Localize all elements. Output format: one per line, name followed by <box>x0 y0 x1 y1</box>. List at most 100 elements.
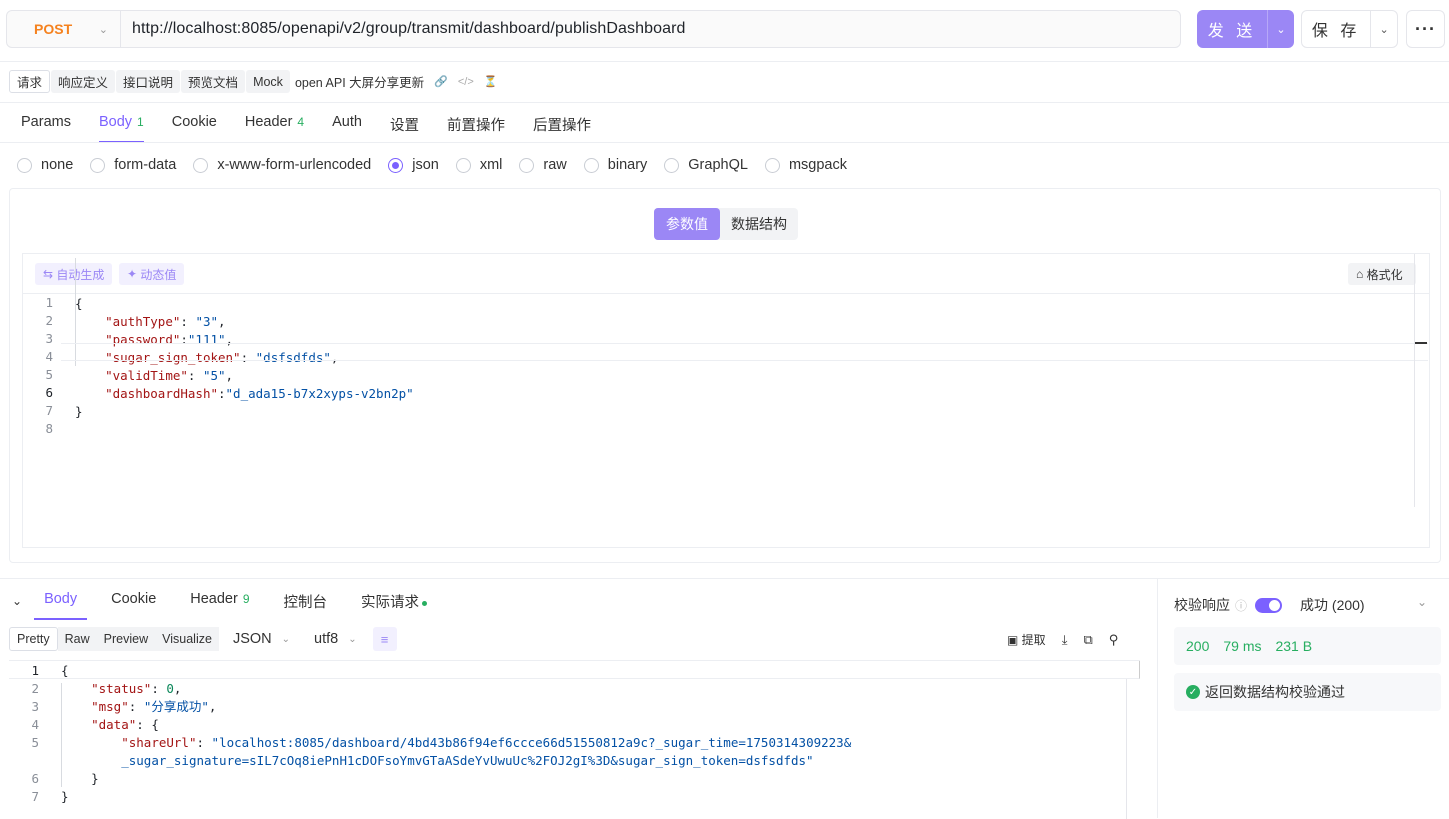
radio-circle[interactable] <box>388 157 404 173</box>
json-editor[interactable]: ⇆ 自动生成 ✦ 动态值 ⌂ 格式化 1 2 3 4 5 6 7 8 { "authType"… <box>22 253 1430 548</box>
validate-status-select[interactable]: 成功 (200) <box>1300 595 1365 615</box>
json-colon: : <box>180 314 196 329</box>
subtab-preview-doc[interactable]: 预览文档 <box>181 70 246 93</box>
radio-none[interactable]: none <box>17 157 73 173</box>
tab-pre-actions[interactable]: 前置操作 <box>447 114 505 142</box>
value-schema-toggle: 参数值 数据结构 <box>654 208 798 240</box>
search-icon[interactable]: ⚲ <box>1109 632 1119 648</box>
resp-tab-body[interactable]: Body <box>34 591 88 620</box>
radio-circle[interactable] <box>519 157 535 173</box>
response-tabs: ⌄ Body Cookie Header 9 控制台 实际请求 <box>12 591 461 620</box>
response-tools: ▣ 提取 ⤓ ⧉ ⚲ <box>1007 631 1118 648</box>
tab-header[interactable]: Header 4 <box>245 114 304 142</box>
format-button[interactable]: ⌂ 格式化 <box>1348 263 1416 285</box>
extract-icon[interactable]: ▣ <box>1007 633 1022 647</box>
tab-label: 设置 <box>389 118 419 134</box>
validate-label: 校验响应 <box>1174 597 1230 613</box>
radio-label: msgpack <box>788 157 847 173</box>
extract-button[interactable]: 提取 <box>1022 631 1046 648</box>
tab-auth[interactable]: Auth <box>332 114 362 142</box>
format-visualize[interactable]: Visualize <box>155 627 219 651</box>
refresh-icon: ⇆ <box>43 267 57 281</box>
subtab-api-doc[interactable]: 接口说明 <box>116 70 181 93</box>
help-icon[interactable]: ⓘ <box>1235 597 1247 614</box>
auto-generate-button[interactable]: ⇆ 自动生成 <box>35 263 113 285</box>
format-pretty[interactable]: Pretty <box>9 627 58 651</box>
collapse-chevron-icon[interactable]: ⌄ <box>12 594 22 608</box>
send-label[interactable]: 发 送 <box>1197 10 1267 48</box>
radio-circle[interactable] <box>17 157 32 173</box>
current-line-highlight <box>9 661 1140 679</box>
radio-msgpack[interactable]: msgpack <box>764 157 847 173</box>
chevron-down-icon[interactable]: ⌄ <box>1417 595 1427 609</box>
code-icon[interactable]: </> <box>458 76 474 88</box>
radio-circle[interactable] <box>664 157 680 173</box>
radio-raw[interactable]: raw <box>519 157 567 173</box>
chip-label: 格式化 <box>1366 267 1403 282</box>
format-preview[interactable]: Preview <box>96 627 156 651</box>
code-line: _sugar_signature=sIL7cOq8iePnH1cDOFsoYmv… <box>61 752 851 770</box>
subtab-request[interactable]: 请求 <box>9 70 51 93</box>
response-scrollbar[interactable] <box>1126 679 1127 819</box>
radio-xml[interactable]: xml <box>455 157 502 173</box>
tab-post-actions[interactable]: 后置操作 <box>533 114 591 142</box>
save-dropdown-chevron-icon[interactable]: ⌄ <box>1370 11 1397 47</box>
tab-settings[interactable]: 设置 <box>390 114 419 142</box>
history-icon[interactable]: ⏳ <box>484 75 498 88</box>
response-json-code[interactable]: { "status": 0, "msg": "分享成功", "data": { … <box>61 662 851 806</box>
editor-scrollbar[interactable] <box>1414 254 1415 507</box>
subtab-response-def[interactable]: 响应定义 <box>51 70 116 93</box>
save-button[interactable]: 保 存 ⌄ <box>1301 10 1398 48</box>
encoding-select[interactable]: utf8 ⌄ <box>314 631 357 647</box>
chip-label: 动态值 <box>140 267 177 282</box>
download-icon[interactable]: ⤓ <box>1062 632 1068 648</box>
more-options-icon[interactable]: ··· <box>1406 10 1445 48</box>
tab-label: Header <box>244 114 293 130</box>
segment-schema[interactable]: 数据结构 <box>720 208 798 240</box>
validate-toggle[interactable] <box>1255 597 1283 613</box>
radio-json[interactable]: json <box>388 157 439 173</box>
radio-circle[interactable] <box>90 157 106 173</box>
tab-label: Body <box>98 114 133 130</box>
radio-circle[interactable] <box>583 157 599 173</box>
line-number: 6 <box>31 771 39 786</box>
chip-label: 自动生成 <box>56 267 105 282</box>
save-label[interactable]: 保 存 <box>1302 11 1370 47</box>
response-json-viewer[interactable]: 1234567 { "status": 0, "msg": "分享成功", "d… <box>9 660 1140 819</box>
tab-body[interactable]: Body 1 <box>98 114 144 143</box>
scroll-cursor-marker <box>1415 342 1427 344</box>
url-input[interactable]: http://localhost:8085/openapi/v2/group/t… <box>121 20 686 38</box>
link-icon[interactable]: 🔗 <box>434 75 448 88</box>
request-json-code[interactable]: { "authType": "3", "password":"111", "su… <box>75 295 414 439</box>
tab-params[interactable]: Params <box>21 114 71 142</box>
radio-circle[interactable] <box>764 157 780 173</box>
resp-tab-cookie[interactable]: Cookie <box>111 591 156 619</box>
format-raw[interactable]: Raw <box>57 627 97 651</box>
radio-circle[interactable] <box>455 157 471 173</box>
dynamic-value-button[interactable]: ✦ 动态值 <box>119 263 185 285</box>
radio-label: none <box>41 157 74 173</box>
json-colon: : <box>218 386 226 401</box>
radio-urlencoded[interactable]: x-www-form-urlencoded <box>193 157 371 173</box>
method-select[interactable]: POST ⌄ <box>7 11 121 47</box>
segment-values[interactable]: 参数值 <box>654 208 720 240</box>
copy-icon[interactable]: ⧉ <box>1083 632 1092 648</box>
status-dot <box>422 600 428 606</box>
radio-form-data[interactable]: form-data <box>90 157 176 173</box>
subtab-mock[interactable]: Mock <box>246 70 290 93</box>
send-button[interactable]: 发 送 ⌄ <box>1197 10 1294 48</box>
json-key: "authType" <box>105 314 181 329</box>
language-select[interactable]: JSON ⌄ <box>233 631 290 647</box>
resp-tab-header[interactable]: Header 9 <box>190 591 249 619</box>
validation-message: 返回数据结构校验通过 <box>1205 684 1345 700</box>
tab-cookie[interactable]: Cookie <box>172 114 217 142</box>
resp-tab-console[interactable]: 控制台 <box>284 591 328 619</box>
divider <box>0 61 1449 62</box>
wrap-lines-icon[interactable]: ≡ <box>372 627 397 651</box>
resp-tab-actual-request[interactable]: 实际请求 <box>361 591 428 619</box>
send-dropdown-chevron-icon[interactable]: ⌄ <box>1267 10 1294 48</box>
radio-graphql[interactable]: GraphQL <box>664 157 748 173</box>
radio-circle[interactable] <box>193 157 209 173</box>
radio-binary[interactable]: binary <box>583 157 647 173</box>
